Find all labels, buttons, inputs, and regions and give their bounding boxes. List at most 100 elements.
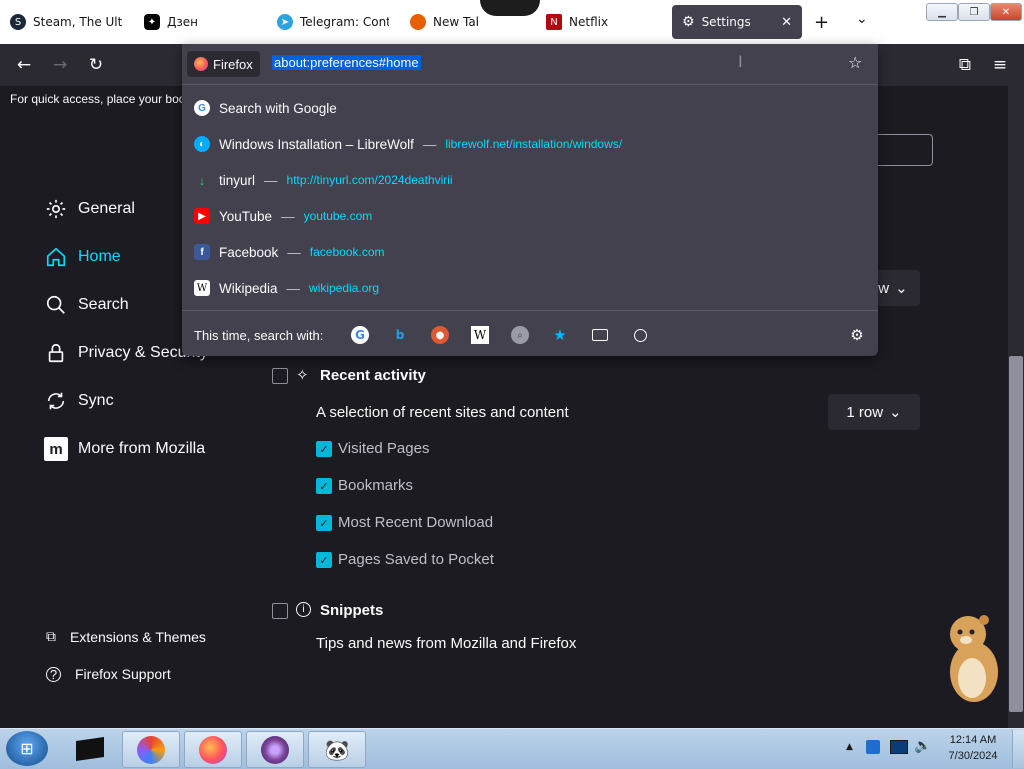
visited-pages-label: Visited Pages [338, 440, 430, 457]
start-button[interactable]: ⊞ [6, 731, 48, 766]
show-desktop-button[interactable] [1012, 730, 1024, 768]
scrollbar-thumb[interactable] [1009, 356, 1023, 712]
footer-link-label: Firefox Support [75, 666, 171, 682]
taskbar-clock[interactable]: 12:14 AM 7/30/2024 [938, 732, 1008, 764]
find-in-settings-input[interactable] [870, 134, 933, 166]
category-search[interactable]: Search [44, 293, 129, 317]
dzen-icon: ✦ [144, 14, 160, 30]
suggestion-url: facebook.com [309, 245, 385, 259]
monitor-tray-icon[interactable] [890, 740, 908, 754]
bookmarks-star-icon[interactable]: ★ [551, 326, 569, 344]
bookmarks-label: Bookmarks [338, 477, 414, 494]
suggestion-search-google[interactable]: G Search with Google [194, 100, 337, 116]
search-engine-icon[interactable]: ⌕ [511, 326, 529, 344]
identity-box[interactable]: Firefox [187, 51, 260, 77]
snippets-title: Snippets [320, 602, 384, 619]
recent-activity-checkbox[interactable] [272, 368, 288, 384]
taskbar-firefox-app[interactable] [184, 731, 242, 768]
select-value: w [878, 279, 890, 297]
gear-icon: ⚙ [682, 14, 695, 30]
text-cursor-icon: I [738, 52, 743, 71]
wikipedia-icon: W [194, 280, 210, 296]
taskbar-tor-app[interactable] [246, 731, 304, 768]
volume-tray-icon[interactable]: 🔈 [914, 738, 931, 754]
suggestion-librewolf[interactable]: ◐ Windows Installation – LibreWolf — lib… [194, 136, 622, 152]
chevron-down-icon: ⌄ [889, 404, 902, 421]
maximize-button[interactable]: ❐ [958, 3, 990, 21]
minimize-button[interactable]: ▁ [926, 3, 958, 21]
pocket-checkbox[interactable]: ✓ [316, 552, 332, 568]
most-recent-download-label: Most Recent Download [338, 514, 494, 531]
list-all-tabs-chevron-icon[interactable]: ⌄ [856, 11, 868, 27]
tab-steam[interactable]: S Steam, The Ultim [10, 0, 122, 44]
extensions-puzzle-icon[interactable]: ⧉ [952, 52, 978, 78]
taskbar-terminal-app[interactable] [62, 731, 118, 766]
suggestion-wikipedia[interactable]: W Wikipedia — wikipedia.org [194, 280, 379, 296]
puzzle-icon: ⧉ [46, 628, 56, 644]
wikipedia-engine-icon[interactable]: W [471, 326, 489, 344]
tinyurl-icon: ↓ [198, 172, 206, 188]
bookmarks-toolbar-hint: For quick access, place your boo [10, 92, 186, 106]
new-tab-plus-icon[interactable]: + [814, 12, 829, 33]
oneoff-search-label: This time, search with: [194, 328, 324, 343]
bing-engine-icon[interactable]: b [391, 326, 409, 344]
url-input[interactable]: about:preferences#home [272, 55, 421, 70]
tor-onion-icon [261, 735, 289, 764]
tab-netflix[interactable]: N Netflix [546, 0, 608, 44]
extensions-themes-link[interactable]: ⧉ Extensions & Themes [46, 628, 206, 645]
category-label: Sync [78, 392, 114, 409]
network-tray-icon[interactable] [866, 740, 880, 754]
show-hidden-icons-chevron-icon[interactable]: ▲ [846, 742, 853, 752]
visited-pages-checkbox[interactable]: ✓ [316, 441, 332, 457]
forward-arrow-icon[interactable]: → [47, 52, 73, 78]
facebook-icon: f [194, 244, 210, 260]
suggestion-tinyurl[interactable]: ↓ tinyurl — http://tinyurl.com/2024death… [194, 172, 453, 188]
bookmarks-checkbox[interactable]: ✓ [316, 478, 332, 494]
footer-link-label: Extensions & Themes [70, 628, 206, 645]
category-more-from-mozilla[interactable]: m More from Mozilla [44, 437, 205, 461]
firefox-icon [194, 57, 208, 71]
tab-telegram[interactable]: ➤ Telegram: Conta [277, 0, 389, 44]
suggestion-youtube[interactable]: ▶ YouTube — youtube.com [194, 208, 372, 224]
rows-select-dropdown[interactable]: 1 row ⌄ [828, 394, 920, 430]
recent-activity-title: Recent activity [320, 367, 426, 384]
steam-icon: S [10, 14, 26, 30]
tab-new-tab[interactable]: New Tab [410, 0, 478, 44]
duckduckgo-engine-icon[interactable]: ● [431, 326, 449, 344]
close-window-button[interactable]: ✕ [990, 3, 1022, 21]
category-label: Search [78, 296, 129, 313]
black-box-icon [76, 736, 104, 761]
close-tab-icon[interactable]: ✕ [781, 15, 792, 30]
suggestion-url: http://tinyurl.com/2024deathvirii [286, 173, 453, 187]
tab-dzen[interactable]: ✦ Дзен [144, 0, 254, 44]
firefox-icon [199, 735, 227, 764]
snippets-checkbox[interactable] [272, 603, 288, 619]
taskbar-browser-app[interactable] [122, 731, 180, 768]
most-recent-download-checkbox[interactable]: ✓ [316, 515, 332, 531]
category-label: General [78, 200, 135, 217]
urlbar-divider [182, 84, 878, 85]
category-sync[interactable]: Sync [44, 389, 114, 413]
tab-overlay-graphic [480, 0, 540, 16]
tabs-icon[interactable] [591, 326, 609, 344]
suggestion-separator: — [422, 136, 437, 152]
panda-icon: 🐼 [324, 737, 350, 762]
category-home[interactable]: Home [44, 245, 121, 269]
taskbar-panda-app[interactable]: 🐼 [308, 731, 366, 768]
suggestion-title: Windows Installation – LibreWolf [219, 136, 414, 152]
menu-hamburger-icon[interactable]: ≡ [987, 52, 1013, 78]
history-clock-icon[interactable] [631, 326, 649, 344]
firefox-support-link[interactable]: ? Firefox Support [46, 666, 171, 682]
suggestion-url: librewolf.net/installation/windows/ [445, 137, 623, 151]
back-arrow-icon[interactable]: ← [11, 52, 37, 78]
bookmark-star-icon[interactable]: ☆ [848, 53, 862, 72]
suggestion-facebook[interactable]: f Facebook — facebook.com [194, 244, 385, 260]
category-general[interactable]: General [44, 197, 135, 221]
google-engine-icon[interactable]: G [351, 326, 369, 344]
search-settings-gear-icon[interactable]: ⚙ [848, 326, 866, 344]
reload-icon[interactable]: ↻ [83, 52, 109, 78]
clock-date: 7/30/2024 [948, 750, 998, 762]
tab-settings[interactable]: ⚙ Settings ✕ [672, 5, 802, 39]
tab-title: New Tab [433, 15, 478, 29]
suggestion-title: tinyurl [219, 172, 256, 188]
